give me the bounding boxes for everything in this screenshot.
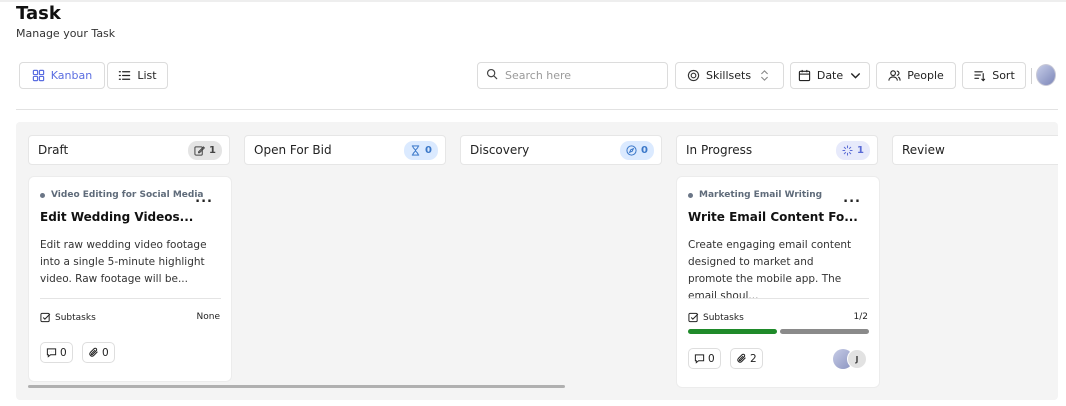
assignee-initial-avatar[interactable]: J [847,349,867,369]
page-subtitle: Manage your Task [16,27,116,40]
column-count-badge: 0 [404,141,438,160]
task-card-draft[interactable]: Video Editing for Social Media ... Edit … [28,176,232,382]
card-category: Video Editing for Social Media [40,190,204,200]
column-title: In Progress [686,143,753,157]
attachments-chip[interactable]: 0 [82,342,115,363]
card-title: Edit Wedding Videos... [40,210,194,224]
page-title: Task [16,3,61,24]
column-header-open-for-bid: Open For Bid 0 [244,135,446,165]
comments-chip[interactable]: 0 [40,342,73,363]
column-title: Review [902,143,945,157]
calendar-icon [798,69,811,82]
subtask-progress-todo [780,329,869,334]
card-category: Marketing Email Writing [688,190,822,200]
search-icon [486,68,498,83]
date-dropdown[interactable]: Date [790,62,870,89]
checkbox-icon [688,312,699,323]
subtasks-value: None [196,312,220,322]
sort-icon [973,69,986,82]
top-border [0,0,1066,2]
task-card-in-progress[interactable]: Marketing Email Writing ... Write Email … [676,176,880,388]
list-view-button[interactable]: List [107,62,168,89]
target-icon [687,69,700,82]
people-filter-button[interactable]: People [876,62,956,89]
paperclip-icon [88,347,99,358]
loader-icon [842,145,853,156]
chevron-down-icon [849,69,862,82]
sort-button[interactable]: Sort [962,62,1026,89]
toolbar-divider [1031,68,1032,84]
column-header-draft: Draft 1 [28,135,230,165]
comment-icon [694,353,705,364]
list-icon [118,69,131,82]
column-header-review: Review [892,135,1058,165]
header-divider [16,109,1058,110]
column-count-badge: 1 [836,141,870,160]
search-input[interactable] [505,69,655,82]
people-label: People [907,69,944,82]
category-dot [688,192,693,198]
search-box[interactable] [477,62,668,89]
subtask-progress-done [688,329,777,334]
card-title: Write Email Content Fo... [688,210,858,224]
category-dot [40,192,45,198]
subtasks-label: Subtasks [40,312,96,323]
paperclip-icon [736,353,747,364]
list-label: List [137,69,157,82]
hourglass-icon [410,145,421,156]
compass-icon [626,145,637,156]
card-description: Create engaging email content designed t… [688,239,852,302]
subtasks-value: 1/2 [853,312,868,322]
sort-label: Sort [992,69,1015,82]
grid-icon [32,69,45,82]
card-divider [40,298,221,299]
column-count-badge: 1 [188,141,222,160]
column-title: Open For Bid [254,143,332,157]
comments-chip[interactable]: 0 [688,348,721,369]
column-count-badge: 0 [620,141,654,160]
people-icon [888,69,901,82]
kanban-label: Kanban [50,69,93,82]
user-avatar[interactable] [1036,64,1056,86]
kanban-board: Draft 1 Open For Bid 0 Discovery 0 In Pr… [16,122,1058,400]
date-label: Date [816,69,844,82]
card-divider [688,298,869,299]
card-description: Edit raw wedding video footage into a si… [40,239,207,285]
column-header-discovery: Discovery 0 [460,135,662,165]
horizontal-scrollbar[interactable] [28,385,565,388]
comment-icon [46,347,57,358]
skillsets-label: Skillsets [706,69,752,82]
more-options-icon[interactable]: ... [195,191,213,206]
chevron-updown-icon [758,69,771,82]
column-header-in-progress: In Progress 1 [676,135,878,165]
edit-icon [194,145,206,156]
column-title: Discovery [470,143,530,157]
skillsets-dropdown[interactable]: Skillsets [675,62,784,89]
attachments-chip[interactable]: 2 [730,348,763,369]
column-title: Draft [38,143,69,157]
subtasks-label: Subtasks [688,312,744,323]
checkbox-icon [40,312,51,323]
kanban-view-button[interactable]: Kanban [19,62,105,89]
more-options-icon[interactable]: ... [843,191,861,206]
